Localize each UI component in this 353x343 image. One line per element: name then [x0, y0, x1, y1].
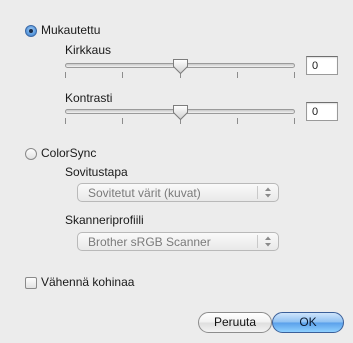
- contrast-slider-thumb-icon[interactable]: [172, 104, 189, 121]
- matching-method-value: Sovitetut värit (kuvat): [88, 186, 201, 200]
- contrast-label: Kontrasti: [65, 91, 113, 105]
- cancel-button[interactable]: Peruuta: [198, 312, 272, 333]
- matching-method-label: Sovitustapa: [65, 165, 128, 179]
- scanner-profile-value: Brother sRGB Scanner: [88, 235, 211, 249]
- ok-button[interactable]: OK: [272, 312, 344, 333]
- colorsync-radio-label[interactable]: ColorSync: [41, 146, 96, 160]
- noise-reduction-label[interactable]: Vähennä kohinaa: [41, 275, 134, 289]
- custom-radio-label[interactable]: Mukautettu: [41, 23, 100, 37]
- popup-separator: [257, 235, 258, 248]
- brightness-value-field[interactable]: 0: [306, 56, 338, 75]
- popup-separator: [257, 186, 258, 199]
- scanner-profile-popup[interactable]: Brother sRGB Scanner: [77, 232, 279, 251]
- matching-method-popup[interactable]: Sovitetut värit (kuvat): [77, 183, 279, 202]
- custom-radio[interactable]: [25, 25, 37, 37]
- noise-reduction-checkbox[interactable]: [25, 277, 37, 289]
- up-down-arrows-icon: [265, 236, 271, 247]
- brightness-label: Kirkkaus: [65, 43, 112, 57]
- brightness-slider-thumb-icon[interactable]: [172, 58, 189, 75]
- colorsync-radio[interactable]: [25, 148, 37, 160]
- up-down-arrows-icon: [265, 187, 271, 198]
- contrast-value-field[interactable]: 0: [306, 102, 338, 121]
- scanner-profile-label: Skanneriprofiili: [65, 213, 144, 227]
